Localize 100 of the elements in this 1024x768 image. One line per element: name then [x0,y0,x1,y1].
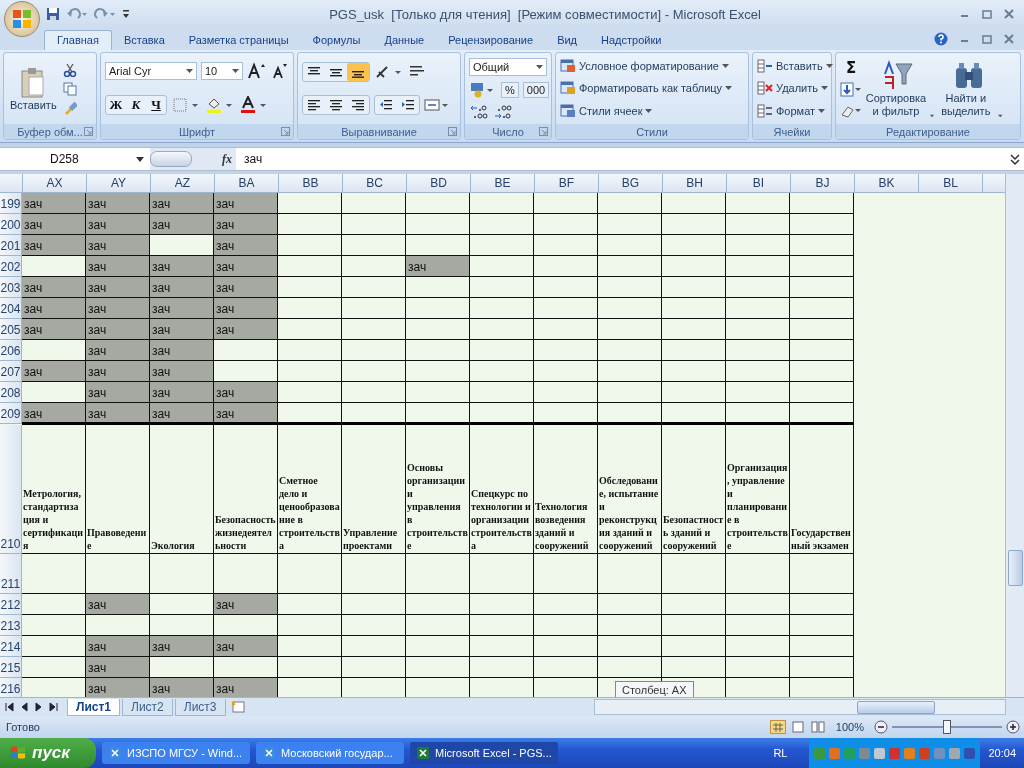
column-header[interactable]: BI [727,174,791,192]
font-size-field[interactable]: 10 [201,62,243,81]
zoom-slider-thumb[interactable] [943,720,951,734]
column-header[interactable]: BL [919,174,983,192]
zoom-out-icon[interactable] [874,720,888,734]
column-header[interactable]: BH [663,174,727,192]
ribbon-tab[interactable]: Надстройки [589,31,674,50]
start-button[interactable]: пуск [0,738,96,768]
taskbar-button[interactable]: Московский государ... [256,742,404,764]
ribbon-tab[interactable]: Данные [372,31,437,50]
sheet-tab[interactable]: Лист2 [122,698,173,716]
vertical-align-button[interactable] [347,62,369,81]
formula-input[interactable]: зач [236,152,1008,166]
row-header[interactable]: 214 [0,636,22,657]
column-header[interactable]: BK [855,174,919,192]
row-header[interactable]: 207 [0,361,22,382]
ribbon-tab[interactable]: Вставка [111,31,177,50]
italic-button[interactable]: К [126,95,146,114]
sort-filter-button[interactable]: Сортировка и фильтр [866,59,932,118]
styles-menu-button[interactable]: Форматировать как таблицу [560,81,733,96]
number-format-field[interactable]: Общий [469,57,547,76]
cells-menu-button[interactable]: Формат [757,103,826,118]
row-header[interactable]: 210 [0,425,22,554]
ribbon-tab[interactable]: Главная [44,30,112,50]
ribbon-tab[interactable]: Разметка страницы [176,31,301,50]
column-header[interactable]: AZ [151,174,215,192]
styles-menu-button[interactable]: Стили ячеек [560,103,653,118]
cells-menu-button[interactable]: Вставить [757,59,833,74]
font-color-icon[interactable] [239,95,269,114]
column-header[interactable]: BJ [791,174,855,192]
customize-icon[interactable] [122,9,130,19]
autosum-button[interactable]: Σ [845,58,857,77]
ribbon-tab[interactable]: Вид [545,31,590,50]
row-header[interactable]: 204 [0,298,22,319]
find-select-button[interactable]: Найти и выделить [936,59,1002,118]
zoom-in-icon[interactable] [1006,720,1020,734]
normal-view-icon[interactable] [769,720,786,734]
row-header[interactable]: 206 [0,340,22,361]
ribbon-tab[interactable]: Рецензирование [436,31,546,50]
scissors-icon[interactable] [62,62,77,77]
undo-icon[interactable] [66,7,88,21]
copy-icon[interactable] [62,81,77,96]
language-indicator[interactable]: RL [773,747,788,759]
taskbar-button[interactable]: Microsoft Excel - PGS... [410,742,558,764]
horizontal-scrollbar[interactable] [594,699,1006,715]
row-header[interactable]: 200 [0,214,22,235]
row-header[interactable]: 202 [0,256,22,277]
shrink-font-icon[interactable] [271,62,289,81]
help-icon[interactable] [934,32,948,46]
zoom-level[interactable]: 100% [835,721,864,733]
row-header[interactable]: 215 [0,657,22,678]
row-header[interactable]: 201 [0,235,22,256]
sheet-tab[interactable]: Лист1 [67,698,121,716]
ribbon-tab[interactable]: Формулы [300,31,373,50]
column-header[interactable]: AY [87,174,151,192]
row-header[interactable]: 213 [0,615,22,636]
row-header[interactable]: 199 [0,193,22,214]
thousands-button[interactable]: 000 [522,81,550,98]
percent-button[interactable]: % [501,81,519,98]
column-header[interactable]: BA [215,174,279,192]
column-header[interactable]: BB [279,174,343,192]
merge-cells-icon[interactable] [424,97,450,114]
save-icon[interactable] [46,7,60,21]
paste-button[interactable]: Вставить [8,64,59,113]
row-header[interactable]: 203 [0,277,22,298]
row-header[interactable]: 211 [0,554,22,594]
name-box[interactable]: D258 [0,152,150,166]
font-name-field[interactable]: Arial Cyr [105,62,197,81]
underline-button[interactable]: Ч [146,95,166,114]
fill-down-icon[interactable] [840,81,862,98]
close-icon[interactable] [1004,34,1014,44]
row-header[interactable]: 205 [0,319,22,340]
column-header[interactable]: BD [407,174,471,192]
row-header[interactable]: 208 [0,382,22,403]
redo-icon[interactable] [94,7,116,21]
row-header[interactable]: 212 [0,594,22,615]
restore-icon[interactable] [982,9,992,19]
sheet-nav-icon[interactable] [49,702,59,712]
bold-button[interactable]: Ж [106,95,126,114]
close-icon[interactable] [1004,9,1014,19]
column-header[interactable]: BF [535,174,599,192]
sheet-tab[interactable]: Лист3 [174,698,226,716]
column-header[interactable]: BE [471,174,535,192]
styles-menu-button[interactable]: Условное форматирование [560,59,729,74]
cells-menu-button[interactable]: Удалить [757,81,828,96]
decrease-decimal-icon[interactable] [493,103,513,120]
grow-font-icon[interactable] [247,62,267,81]
row-header[interactable]: 209 [0,403,22,424]
page-layout-icon[interactable] [789,720,806,734]
sheet-nav-icon[interactable] [4,702,14,712]
insert-function-button[interactable]: fx [222,151,232,167]
office-button[interactable] [4,1,40,37]
taskbar-button[interactable]: ИЗСПО МГСУ - Wind... [102,742,250,764]
vertical-scrollbar[interactable] [1005,174,1024,697]
row-header[interactable]: 216 [0,678,22,697]
page-break-icon[interactable] [809,720,826,734]
column-header[interactable]: BG [599,174,663,192]
increase-decimal-icon[interactable] [469,103,489,120]
restore-icon[interactable] [982,34,992,44]
column-header[interactable]: BC [343,174,407,192]
